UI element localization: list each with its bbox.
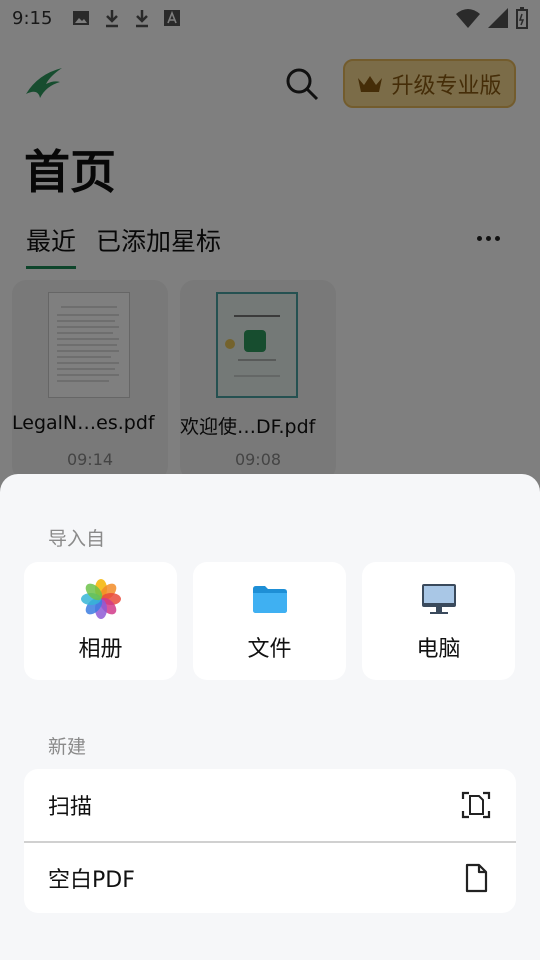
scan-label: 扫描: [48, 795, 93, 820]
scan-document-icon: [461, 791, 491, 819]
import-photos-button[interactable]: 相册: [24, 562, 177, 680]
import-bottom-sheet: 导入自 相册 文件 电脑 新建 扫描 空白PDF: [0, 474, 540, 960]
import-options: 相册 文件 电脑: [24, 562, 515, 680]
blank-document-icon: [465, 863, 488, 893]
import-computer-label: 电脑: [416, 637, 461, 662]
photos-icon: [80, 579, 121, 619]
import-files-label: 文件: [247, 637, 292, 662]
monitor-icon: [421, 584, 456, 614]
new-options-list: 扫描 空白PDF: [24, 769, 516, 913]
folder-icon: [252, 586, 287, 613]
scan-button[interactable]: 扫描: [24, 769, 516, 841]
import-photos-label: 相册: [78, 637, 123, 662]
import-files-button[interactable]: 文件: [193, 562, 346, 680]
blank-pdf-label: 空白PDF: [48, 868, 135, 893]
new-section-label: 新建: [48, 736, 87, 758]
import-computer-button[interactable]: 电脑: [362, 562, 515, 680]
import-section-label: 导入自: [48, 528, 106, 550]
blank-pdf-button[interactable]: 空白PDF: [24, 841, 516, 913]
